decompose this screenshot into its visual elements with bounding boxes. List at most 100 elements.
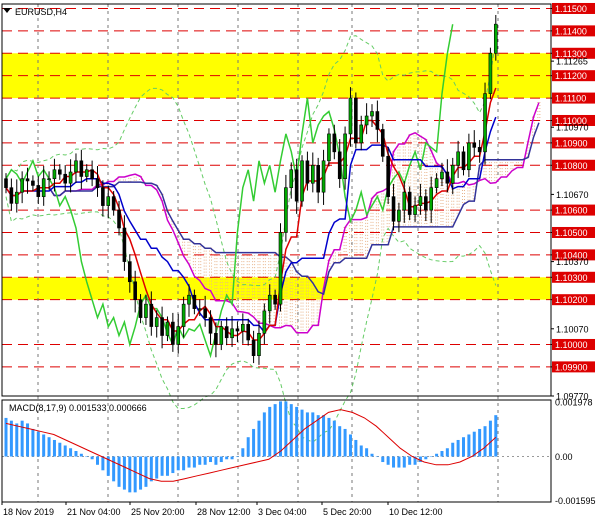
time-axis-label: 28 Nov 12:00 [197,507,251,517]
price-axis-label: 1.10670 [556,190,589,200]
price-axis-label: 1.10070 [556,324,589,334]
macd-histogram-bar [332,420,336,457]
bull-candle [52,169,57,180]
bear-candle [386,156,390,197]
time-axis-label: 25 Nov 20:00 [131,507,185,517]
bear-candle [36,185,41,197]
bear-candle [273,294,277,305]
macd-histogram-bar [117,456,121,487]
macd-histogram-bar [456,439,460,457]
macd-histogram-bar [316,415,320,457]
bear-candle [58,169,62,175]
senkou-span-b-line [48,122,540,296]
bull-candle [493,23,498,54]
macd-histogram-bar [445,448,449,457]
bull-candle [321,160,326,193]
macd-histogram-bar [122,456,126,490]
macd-histogram-bar [322,415,326,457]
time-axis-label: 10 Dec 12:00 [389,507,443,517]
macd-histogram-bar [246,437,250,457]
macd-histogram-bar [219,456,223,463]
macd-histogram-bar [359,445,363,457]
price-label: 1.10500 [555,228,588,238]
macd-histogram-bar [252,428,256,457]
bull-candle [456,151,460,166]
bear-candle [477,147,482,153]
bear-candle [25,178,30,182]
bull-candle [413,205,417,215]
bull-candle [106,196,111,206]
bull-candle [154,317,159,327]
bear-candle [149,303,154,327]
bull-candle [181,303,186,327]
macd-histogram-bar [241,448,245,457]
macd-histogram-bar [386,456,390,465]
bull-candle [359,124,364,144]
macd-histogram-bar [370,453,374,457]
price-label: 1.10300 [555,273,588,283]
bull-candle [467,142,471,171]
macd-histogram-bar [96,456,99,465]
price-label: 1.10200 [555,295,588,305]
macd-histogram-bar [279,401,282,457]
bull-candle [364,115,369,126]
bear-candle [203,308,207,318]
macd-histogram-bar [139,456,143,490]
price-axis: 1.115001.114001.113001.112001.111001.110… [551,2,596,506]
macd-histogram-bar [52,439,56,457]
bull-candle [230,328,234,339]
bull-candle [219,326,224,345]
price-axis-label: 1.10370 [556,257,589,267]
bull-candle [257,332,261,356]
bull-candle [74,160,78,173]
bear-candle [224,326,229,339]
macd-histogram-bar [149,456,153,482]
bear-candle [160,317,164,336]
macd-histogram-bar [182,456,186,471]
macd-histogram-bar [295,406,299,457]
macd-histogram-bar [128,456,132,493]
bear-candle [117,209,121,229]
macd-histogram-bar [365,448,369,457]
bear-candle [251,339,256,356]
chart-canvas[interactable]: 1.115001.114001.113001.112001.111001.110… [0,0,597,524]
tenkan-sen-line [5,87,497,341]
time-axis-label: 18 Nov 2019 [3,507,54,517]
bear-candle [9,187,14,204]
macd-histogram-bar [214,456,218,465]
macd-histogram-bar [289,404,293,457]
bull-candle [429,187,434,211]
bear-candle [171,321,175,345]
bear-candle [4,178,8,188]
bear-candle [192,294,197,309]
macd-signal-line [5,409,497,482]
macd-histogram-bar [311,412,315,457]
bull-candle [20,178,24,193]
macd-label: MACD(8,17,9) 0.001533 0.000666 [9,403,147,413]
macd-histogram-bar [488,420,492,457]
bull-candle [284,187,288,233]
price-label: 1.11400 [555,26,587,36]
bear-candle [391,196,396,222]
macd-histogram-bar [494,415,498,457]
bull-candle [68,171,73,184]
bull-candle [187,294,191,305]
bear-candle [337,151,342,180]
triangle-down-icon[interactable] [3,8,11,13]
bear-candle [79,160,84,177]
macd-histogram-bar [402,456,406,468]
bull-candle [348,97,353,135]
price-label: 1.10800 [555,161,588,171]
symbol-label: EURUSD,H4 [15,7,67,17]
macd-histogram-bar [483,426,487,457]
macd-histogram-bar [85,456,89,458]
macd-histogram-bar [429,456,433,458]
bear-candle [235,328,240,332]
macd-histogram-bar [165,456,169,476]
macd-histogram-bar [15,423,19,457]
chart-window[interactable]: 1.11500 1.11400 1.11300 1.11200 1.11100 1.110… [0,0,597,524]
macd-histogram-bar [300,409,304,457]
bear-candle [354,97,358,144]
bear-candle [472,142,477,148]
macd-histogram-bar [408,456,412,465]
